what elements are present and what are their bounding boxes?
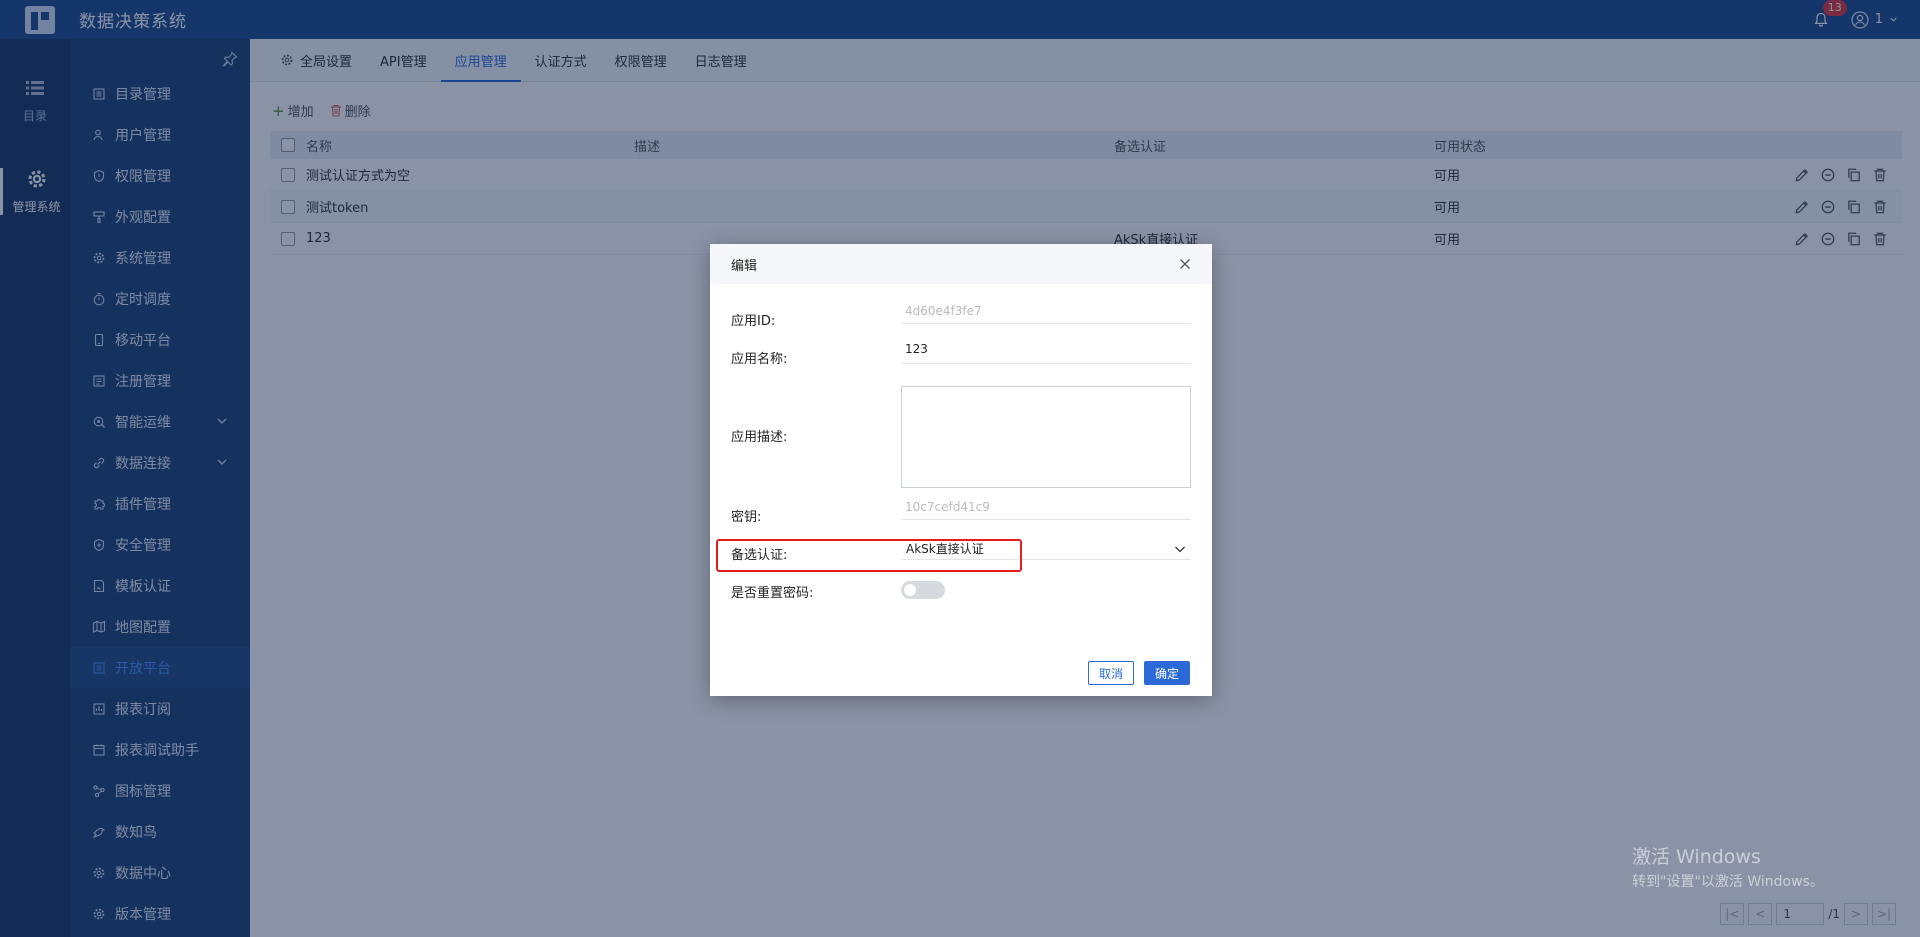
secret-label: 密钥: bbox=[731, 510, 762, 525]
watermark-line-1: 激活 Windows bbox=[1632, 846, 1761, 868]
reset-pwd-label: 是否重置密码: bbox=[731, 586, 814, 601]
app-desc-textarea[interactable] bbox=[901, 386, 1191, 488]
watermark-line-2: 转到"设置"以激活 Windows。 bbox=[1632, 874, 1824, 890]
dialog-header: 编辑 bbox=[710, 244, 1212, 284]
app-name-row: 应用名称: bbox=[731, 348, 903, 367]
windows-activation-watermark: 激活 Windows 转到"设置"以激活 Windows。 bbox=[1632, 842, 1824, 891]
reset-pwd-toggle[interactable] bbox=[901, 581, 945, 599]
edit-dialog: 编辑 应用ID: 4d60e4f3fe7 应用名称: 123 应用描述: 密钥:… bbox=[710, 244, 1212, 696]
chevron-down-icon bbox=[1175, 546, 1185, 553]
reset-pwd-row: 是否重置密码: bbox=[731, 582, 903, 601]
app-desc-row: 应用描述: bbox=[731, 426, 903, 445]
app-id-row: 应用ID: bbox=[731, 310, 903, 329]
app-desc-label: 应用描述: bbox=[731, 430, 788, 445]
app-name-input[interactable]: 123 bbox=[901, 342, 1191, 364]
secret-row: 密钥: bbox=[731, 506, 903, 525]
cancel-button[interactable]: 取消 bbox=[1088, 661, 1135, 685]
alt-auth-highlight-box bbox=[716, 539, 1022, 572]
secret-field: 10c7cefd41c9 bbox=[901, 500, 1191, 520]
confirm-button[interactable]: 确定 bbox=[1144, 661, 1191, 685]
app-name-label: 应用名称: bbox=[731, 352, 788, 367]
app-id-label: 应用ID: bbox=[731, 314, 776, 329]
close-icon[interactable] bbox=[1178, 257, 1192, 271]
dialog-title: 编辑 bbox=[731, 258, 758, 274]
app-id-field: 4d60e4f3fe7 bbox=[901, 304, 1191, 324]
